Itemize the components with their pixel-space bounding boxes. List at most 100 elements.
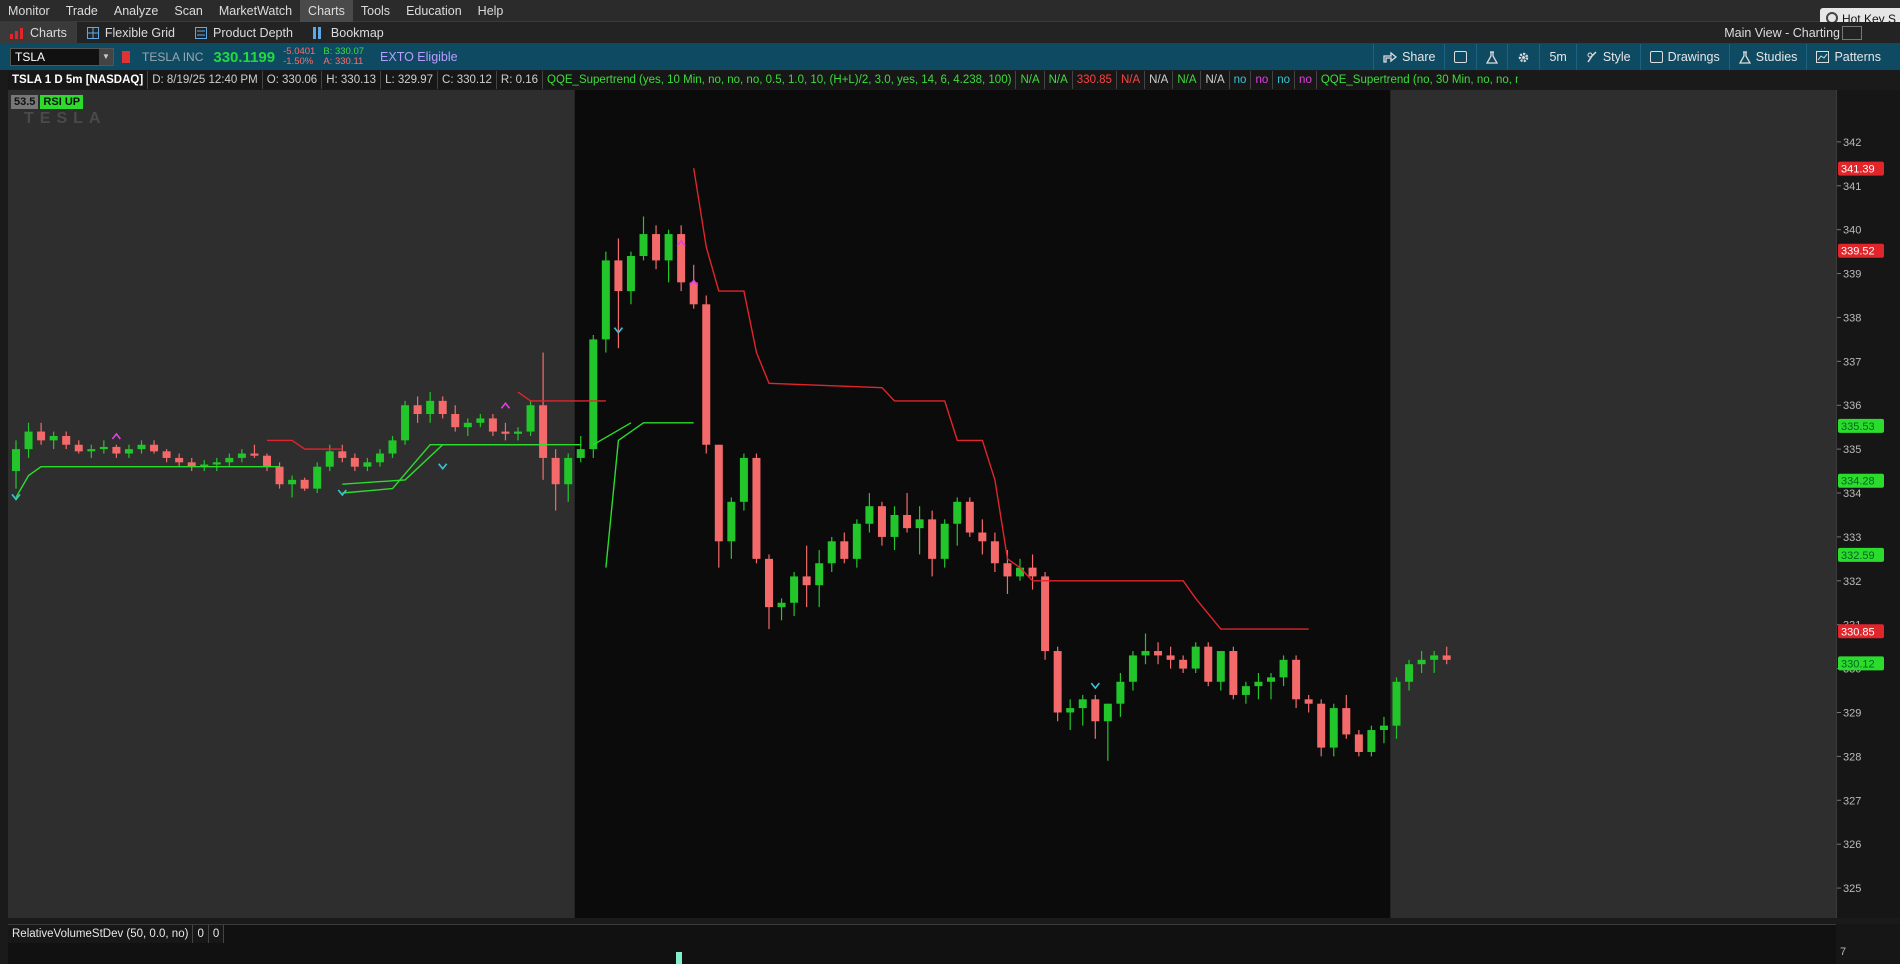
- tab-flexible-grid[interactable]: Flexible Grid: [77, 22, 185, 44]
- candle-body: [24, 431, 33, 450]
- buy-signal-arrow: [438, 463, 448, 470]
- candle-body: [840, 541, 849, 559]
- candle-body: [501, 431, 510, 434]
- exto-eligible-label[interactable]: EXTO Eligible: [380, 50, 458, 64]
- candle-body: [313, 466, 322, 489]
- menu-monitor[interactable]: Monitor: [0, 0, 58, 22]
- bar-range: R: 0.16: [497, 71, 543, 89]
- candle-body: [1166, 655, 1175, 660]
- menu-charts[interactable]: Charts: [300, 0, 353, 22]
- candle-body: [1379, 725, 1388, 731]
- candle-body: [463, 422, 472, 428]
- supertrend-down-line: [267, 439, 343, 450]
- price-label: 339.52: [1841, 246, 1875, 258]
- patterns-label: Patterns: [1834, 50, 1881, 64]
- interval-button[interactable]: 5m: [1539, 44, 1575, 70]
- candle-body: [903, 514, 912, 529]
- study-value: no: [1295, 71, 1317, 89]
- candle-body: [790, 576, 799, 603]
- supertrend-up-line: [15, 466, 280, 498]
- candle-body: [212, 462, 221, 465]
- tab-bookmap[interactable]: Bookmap: [303, 22, 394, 44]
- candle-body: [1191, 646, 1200, 669]
- settings-button[interactable]: [1507, 44, 1539, 70]
- candle-body: [664, 234, 673, 261]
- candle-body: [1016, 567, 1024, 577]
- candle-body: [1241, 686, 1250, 695]
- view-layout-icon[interactable]: [1842, 26, 1862, 40]
- lower-study-pane[interactable]: RelativeVolumeStDev (50, 0.0, no) 0 0: [8, 924, 1838, 964]
- menu-trade[interactable]: Trade: [58, 0, 106, 22]
- drawings-button[interactable]: Drawings: [1639, 44, 1729, 70]
- studies-label: Studies: [1755, 50, 1798, 64]
- price-axis-tick-label: 339: [1843, 269, 1861, 281]
- menu-marketwatch[interactable]: MarketWatch: [211, 0, 300, 22]
- candle-body: [225, 457, 234, 463]
- candle-body: [815, 563, 824, 586]
- candle-body: [714, 444, 723, 542]
- price-label: 330.85: [1841, 626, 1875, 638]
- flag-icon[interactable]: [122, 51, 130, 63]
- candle-body: [978, 532, 987, 542]
- menu-analyze[interactable]: Analyze: [106, 0, 166, 22]
- price-axis-tick-label: 327: [1843, 795, 1861, 807]
- candle-body: [702, 304, 711, 445]
- style-button[interactable]: Style: [1575, 44, 1640, 70]
- candle-body: [1116, 681, 1125, 704]
- menu-education[interactable]: Education: [398, 0, 470, 22]
- candle-body: [639, 234, 648, 257]
- share-button[interactable]: Share: [1373, 44, 1444, 70]
- sell-signal-arrow: [111, 432, 122, 440]
- price-label: 335.53: [1841, 421, 1875, 433]
- candle-body: [576, 449, 585, 458]
- study-label-2[interactable]: QQE_Supertrend (no, 30 Min, no, no, no, …: [1317, 71, 1518, 89]
- tab-charts[interactable]: Charts: [0, 21, 77, 44]
- study-value: 330.85: [1073, 71, 1117, 89]
- view-name[interactable]: Main View - Charting: [1724, 22, 1840, 44]
- candle-body: [752, 457, 761, 559]
- candle-body: [275, 466, 284, 485]
- candle-body: [112, 446, 121, 454]
- candle-body: [614, 260, 623, 292]
- bar-high: H: 330.13: [322, 71, 382, 89]
- candle-body: [1329, 708, 1338, 748]
- rsi-state-badge: RSI UP: [40, 95, 84, 109]
- patterns-button[interactable]: Patterns: [1806, 44, 1890, 70]
- price-chart-svg[interactable]: [8, 90, 1838, 918]
- candle-body: [300, 479, 309, 489]
- price-axis-tick-label: 342: [1843, 137, 1861, 149]
- tab-product-depth[interactable]: Product Depth: [185, 22, 303, 44]
- candle-body: [476, 418, 485, 423]
- candle-body: [1342, 708, 1351, 735]
- candle-body: [49, 435, 58, 441]
- candle-body: [237, 453, 246, 458]
- chevron-down-icon[interactable]: ▼: [99, 49, 113, 65]
- study-label[interactable]: QQE_Supertrend (yes, 10 Min, no, no, no,…: [543, 71, 1017, 89]
- candle-body: [1091, 699, 1100, 722]
- price-axis-tick-label: 334: [1843, 488, 1861, 500]
- price-axis[interactable]: 3253263273283293303313323333343353363373…: [1836, 90, 1900, 918]
- candle-body: [1066, 708, 1075, 713]
- study-value: N/A: [1201, 71, 1230, 89]
- charts-subtab-bar: Charts Flexible Grid Product Depth Bookm…: [0, 21, 1900, 44]
- price-axis-tick-label: 337: [1843, 356, 1861, 368]
- candle-body: [626, 256, 635, 292]
- candle-body: [1267, 677, 1275, 682]
- candle-body: [375, 453, 384, 463]
- lower-study-name[interactable]: RelativeVolumeStDev (50, 0.0, no): [8, 925, 194, 943]
- price-chart[interactable]: [8, 90, 1838, 918]
- symbol-input[interactable]: TSLA ▼: [10, 48, 114, 66]
- studies-button[interactable]: Studies: [1728, 44, 1807, 70]
- candle-body: [1254, 681, 1263, 687]
- chart-title[interactable]: TSLA 1 D 5m [NASDAQ]: [8, 71, 149, 89]
- menu-tools[interactable]: Tools: [353, 0, 398, 22]
- lab-button[interactable]: [1476, 44, 1507, 70]
- menu-help[interactable]: Help: [470, 0, 512, 22]
- candle-body: [739, 457, 748, 502]
- snapshot-button[interactable]: [1444, 44, 1476, 70]
- study-value: no: [1251, 71, 1274, 89]
- candle-body: [526, 405, 535, 432]
- menu-scan[interactable]: Scan: [166, 0, 211, 22]
- bid-ask: B: 330.07 A: 330.11: [323, 47, 364, 67]
- study-value: N/A: [1016, 71, 1045, 89]
